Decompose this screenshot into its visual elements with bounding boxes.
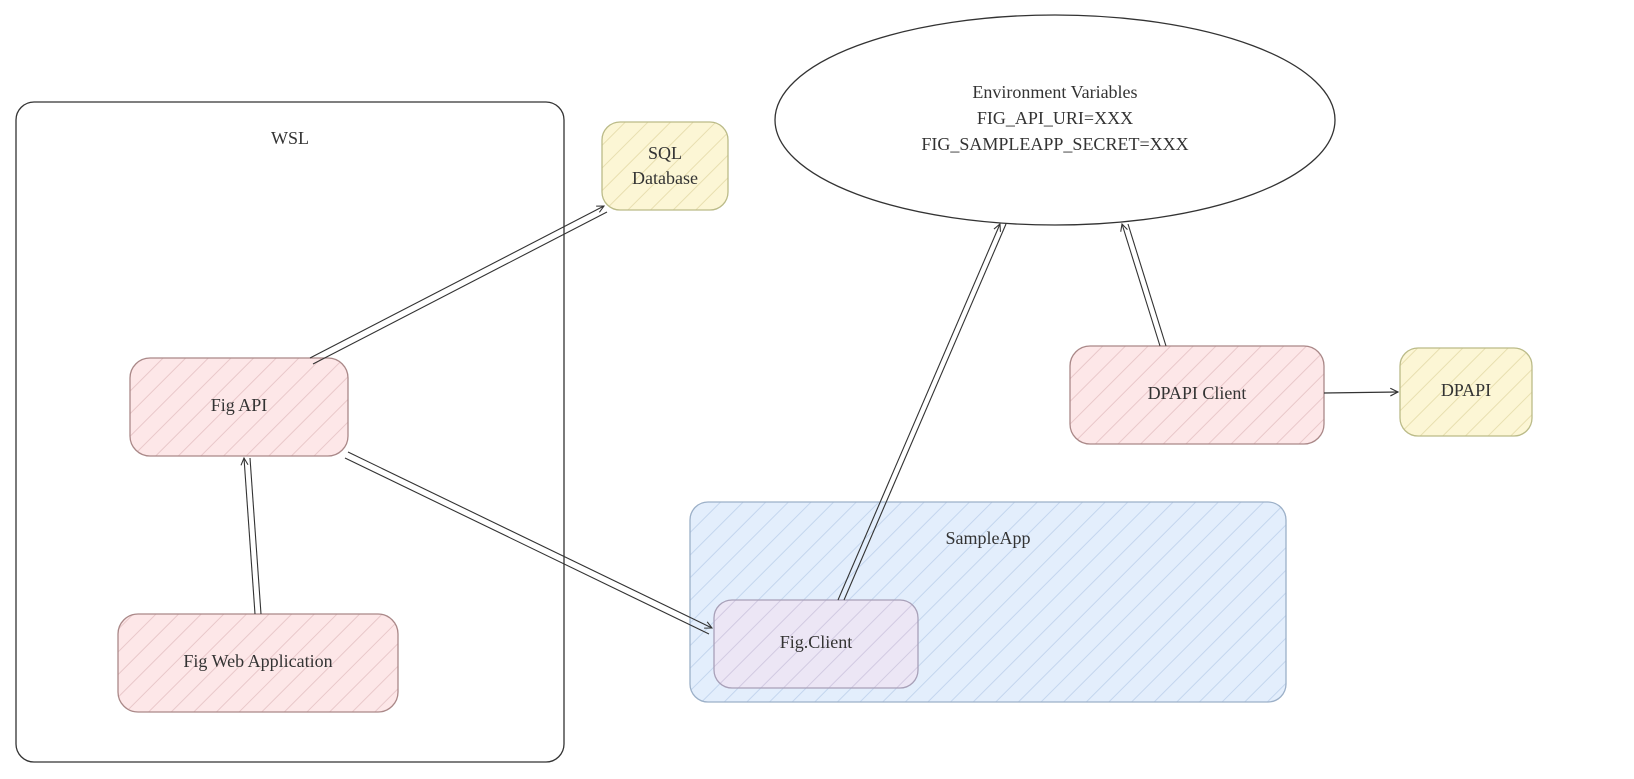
dpapi-client-node: DPAPI Client xyxy=(1070,346,1324,444)
fig-web-node: Fig Web Application xyxy=(118,614,398,712)
arrow-dpapiclient-to-env xyxy=(1122,224,1166,346)
fig-api-node: Fig API xyxy=(130,358,348,456)
sql-db-line2: Database xyxy=(632,168,698,188)
fig-web-label: Fig Web Application xyxy=(183,651,332,671)
sql-database-node: SQL Database xyxy=(602,122,728,210)
dpapi-label: DPAPI xyxy=(1441,380,1491,400)
arrow-figweb-to-figapi xyxy=(244,458,261,614)
fig-api-label: Fig API xyxy=(211,395,268,415)
env-vars-title: Environment Variables xyxy=(972,82,1137,102)
dpapi-client-label: DPAPI Client xyxy=(1148,383,1247,403)
fig-client-node: Fig.Client xyxy=(714,600,918,688)
arrow-figapi-to-sql xyxy=(310,206,607,364)
arrow-figapi-to-figclient xyxy=(345,452,712,634)
arrow-dpapiclient-to-dpapi xyxy=(1324,392,1398,393)
dpapi-node: DPAPI xyxy=(1400,348,1532,436)
env-vars-line3: FIG_SAMPLEAPP_SECRET=XXX xyxy=(921,134,1188,154)
env-vars-node: Environment Variables FIG_API_URI=XXX FI… xyxy=(775,15,1335,225)
sampleapp-label: SampleApp xyxy=(946,528,1031,548)
architecture-diagram: WSL Fig API Fig Web Application SQL Data… xyxy=(0,0,1634,779)
fig-client-label: Fig.Client xyxy=(780,632,853,652)
sql-db-line1: SQL xyxy=(648,143,682,163)
wsl-label: WSL xyxy=(271,128,309,148)
env-vars-line2: FIG_API_URI=XXX xyxy=(977,108,1133,128)
